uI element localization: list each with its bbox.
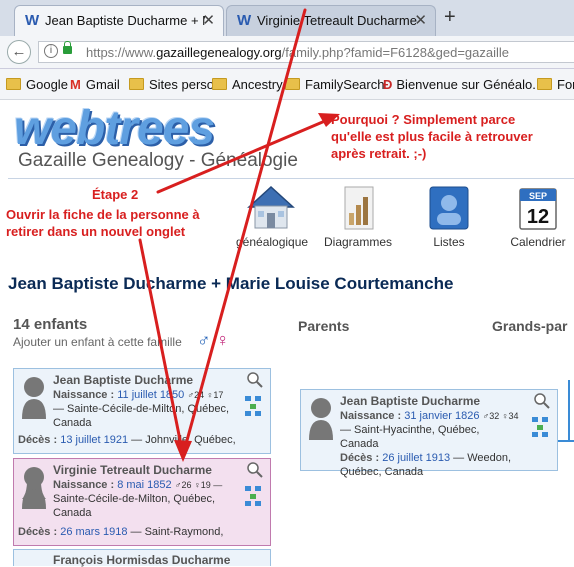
annotation-step-text: Ouvrir la fiche de la personne à retirer… <box>6 207 200 239</box>
annotation-arrows <box>138 8 340 462</box>
annotation-why: Pourquoi ? Simplement parce qu'elle est … <box>331 112 533 161</box>
annotation-step-title: Étape 2 <box>92 187 139 202</box>
